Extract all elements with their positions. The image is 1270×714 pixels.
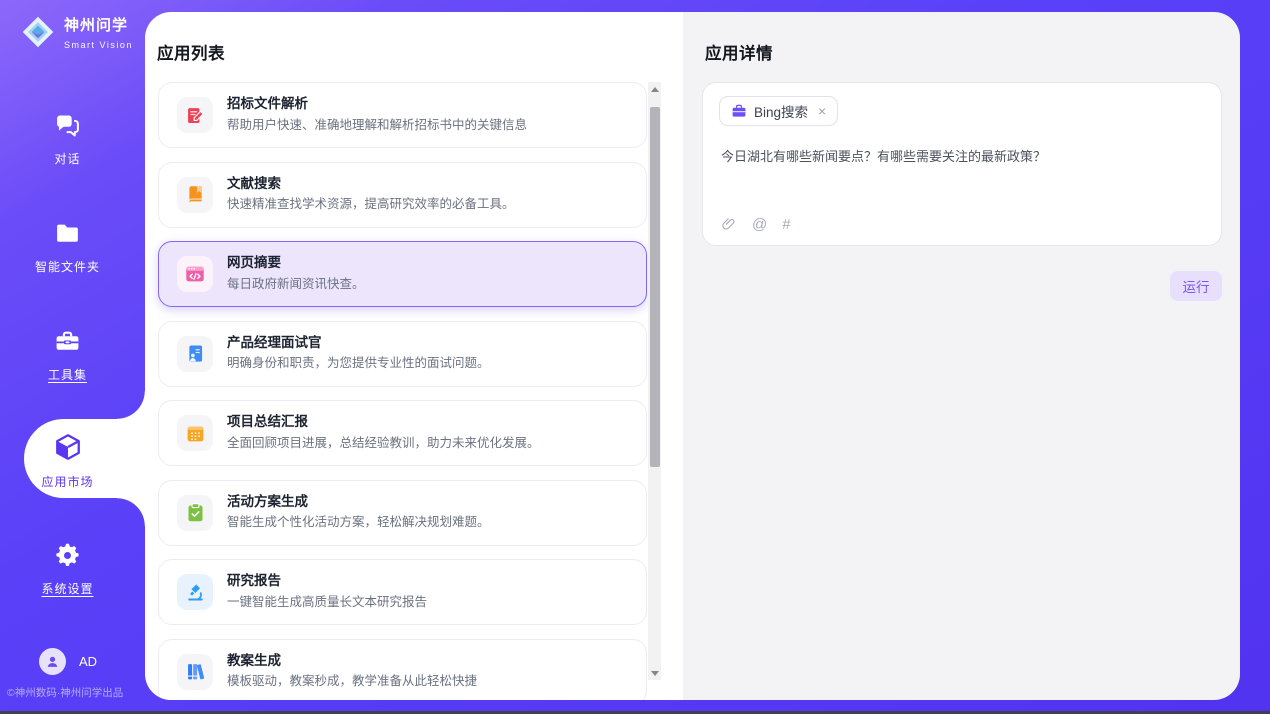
copyright-footer: ©神州数码·神州问学出品 xyxy=(7,685,145,700)
app-card[interactable]: 项目总结汇报 全面回顾项目进展，总结经验教训，助力未来优化发展。 xyxy=(158,400,647,466)
app-window: 神州问学 Smart Vision 对话 智能文件夹 xyxy=(0,0,1270,714)
main-content: 应用列表 招标文件解析 帮助用户快速、准确地理解和解析招标书中的关键信息 xyxy=(145,12,1240,700)
sidebar: 神州问学 Smart Vision 对话 智能文件夹 xyxy=(0,0,145,714)
app-list-panel: 应用列表 招标文件解析 帮助用户快速、准确地理解和解析招标书中的关键信息 xyxy=(145,12,683,700)
app-card-title: 研究报告 xyxy=(227,574,427,588)
sidebar-item-app-market[interactable]: 应用市场 xyxy=(0,432,135,490)
clipboard-check-icon xyxy=(177,495,213,531)
app-card-selected[interactable]: 网页摘要 每日政府新闻资讯快查。 xyxy=(158,241,647,307)
app-card-title: 招标文件解析 xyxy=(227,97,527,111)
prompt-text[interactable]: 今日湖北有哪些新闻要点？有哪些需要关注的最新政策？ xyxy=(721,146,1206,165)
app-list-scrollbar[interactable] xyxy=(648,82,661,680)
app-card-desc: 模板驱动，教案秒成，教学准备从此轻松快捷 xyxy=(227,674,477,689)
sidebar-item-label: 应用市场 xyxy=(0,473,135,490)
app-card[interactable]: 教案生成 模板驱动，教案秒成，教学准备从此轻松快捷 xyxy=(158,639,647,701)
briefcase-icon xyxy=(731,103,747,119)
cube-icon xyxy=(53,432,83,460)
scrollbar-thumb[interactable] xyxy=(650,107,660,467)
microscope-icon xyxy=(177,574,213,610)
app-card-title: 项目总结汇报 xyxy=(227,415,540,429)
calendar-icon xyxy=(177,415,213,451)
brand-name: 神州问学 xyxy=(64,17,128,34)
scroll-up-arrow-icon[interactable] xyxy=(648,82,661,96)
app-card-desc: 帮助用户快速、准确地理解和解析招标书中的关键信息 xyxy=(227,118,527,133)
prompt-input[interactable]: Bing搜索 × 今日湖北有哪些新闻要点？有哪些需要关注的最新政策？ @ # xyxy=(702,82,1222,246)
active-nav-fillet-bottom xyxy=(117,498,145,526)
app-card-list: 招标文件解析 帮助用户快速、准确地理解和解析招标书中的关键信息 文献搜索 xyxy=(158,82,647,700)
tool-chip-bing-search[interactable]: Bing搜索 × xyxy=(719,96,838,126)
sidebar-item-chat[interactable]: 对话 xyxy=(0,112,135,167)
person-doc-icon xyxy=(177,336,213,372)
run-button[interactable]: 运行 xyxy=(1170,271,1222,301)
app-card-desc: 每日政府新闻资讯快查。 xyxy=(227,277,365,292)
books-icon xyxy=(177,654,213,690)
browser-code-icon xyxy=(177,256,213,292)
app-card[interactable]: 活动方案生成 智能生成个性化活动方案，轻松解决规划难题。 xyxy=(158,480,647,546)
brand-logo: 神州问学 Smart Vision xyxy=(20,14,133,55)
app-card-title: 活动方案生成 xyxy=(227,495,490,509)
app-list-title: 应用列表 xyxy=(157,40,225,64)
scroll-down-arrow-icon[interactable] xyxy=(648,666,661,680)
sidebar-item-settings[interactable]: 系统设置 xyxy=(0,542,135,597)
app-card-desc: 智能生成个性化活动方案，轻松解决规划难题。 xyxy=(227,515,490,530)
app-card[interactable]: 产品经理面试官 明确身份和职责，为您提供专业性的面试问题。 xyxy=(158,321,647,387)
hashtag-icon[interactable]: # xyxy=(782,217,790,232)
app-card[interactable]: 研究报告 一键智能生成高质量长文本研究报告 xyxy=(158,559,647,625)
app-card-desc: 明确身份和职责，为您提供专业性的面试问题。 xyxy=(227,356,490,371)
gem-logo-icon xyxy=(20,14,56,55)
sidebar-item-toolset[interactable]: 工具集 xyxy=(0,328,135,383)
app-card-title: 网页摘要 xyxy=(227,256,365,270)
composer-toolbar: @ # xyxy=(721,216,791,232)
mention-icon[interactable]: @ xyxy=(752,217,767,232)
app-detail-title: 应用详情 xyxy=(705,40,773,64)
user-initials: AD xyxy=(79,654,97,669)
app-card-desc: 一键智能生成高质量长文本研究报告 xyxy=(227,595,427,610)
user-account[interactable]: AD xyxy=(39,648,97,675)
close-icon[interactable]: × xyxy=(818,104,826,118)
active-nav-fillet-top xyxy=(117,391,145,419)
app-card-desc: 快速精准查找学术资源，提高研究效率的必备工具。 xyxy=(227,197,515,212)
tool-chip-label: Bing搜索 xyxy=(754,101,808,121)
sidebar-item-label: 工具集 xyxy=(0,366,135,383)
app-detail-panel: 应用详情 Bing搜索 × 今日湖北有哪些新闻要点？有哪些需要关注的最新政策？ xyxy=(683,12,1240,700)
sidebar-item-label: 对话 xyxy=(0,150,135,167)
app-card-desc: 全面回顾项目进展，总结经验教训，助力未来优化发展。 xyxy=(227,436,540,451)
book-icon xyxy=(177,177,213,213)
app-card-title: 产品经理面试官 xyxy=(227,336,490,350)
avatar xyxy=(39,648,66,675)
gear-icon xyxy=(54,542,81,570)
chat-icon xyxy=(54,112,81,140)
sidebar-item-label: 智能文件夹 xyxy=(0,258,135,275)
app-card[interactable]: 招标文件解析 帮助用户快速、准确地理解和解析招标书中的关键信息 xyxy=(158,82,647,148)
app-card-title: 文献搜索 xyxy=(227,177,515,191)
app-card-title: 教案生成 xyxy=(227,654,477,668)
sidebar-item-smart-folder[interactable]: 智能文件夹 xyxy=(0,220,135,275)
folder-icon xyxy=(54,220,81,248)
app-card[interactable]: 文献搜索 快速精准查找学术资源，提高研究效率的必备工具。 xyxy=(158,162,647,228)
paperclip-icon[interactable] xyxy=(721,216,737,232)
doc-edit-icon xyxy=(177,97,213,133)
toolbox-icon xyxy=(54,328,81,356)
brand-subtitle: Smart Vision xyxy=(64,40,133,50)
sidebar-item-label: 系统设置 xyxy=(0,580,135,597)
